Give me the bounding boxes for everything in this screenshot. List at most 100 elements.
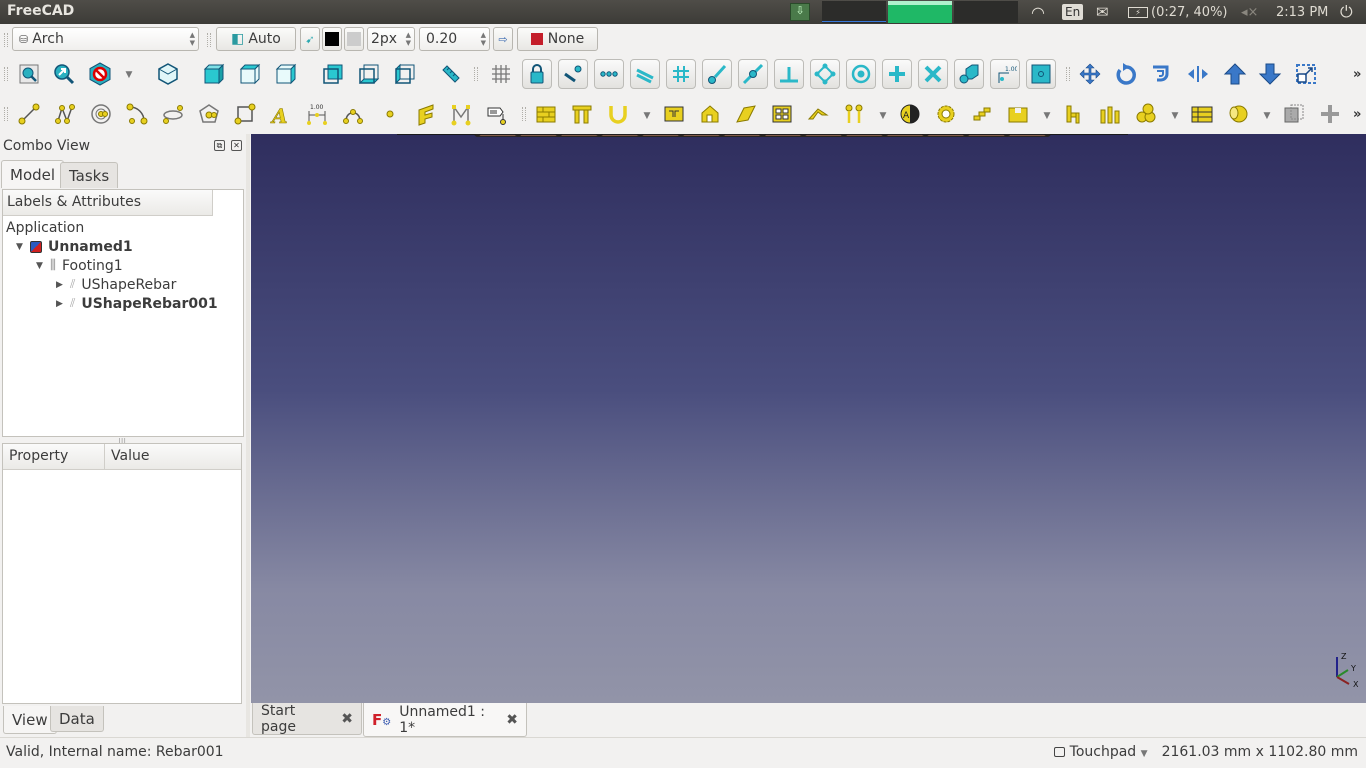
snap-special-icon[interactable] — [810, 59, 840, 89]
close-tab-icon[interactable]: ✖ — [341, 711, 353, 727]
tree-item[interactable]: ▶ ⫽ UShapeRebar001 — [56, 294, 218, 313]
toolbar-grip[interactable] — [4, 67, 8, 81]
measure-distance-icon[interactable] — [436, 59, 466, 89]
font-size-input[interactable]: 0.20 ▲ ▼ — [419, 27, 490, 51]
building-icon[interactable] — [695, 99, 725, 129]
toolbar-grip[interactable] — [522, 107, 526, 121]
toolbar-grip[interactable] — [4, 107, 8, 121]
language-indicator[interactable]: En — [1062, 0, 1084, 24]
dropdown-arrow-icon[interactable]: ▼ — [124, 70, 134, 80]
dropdown-arrow-icon[interactable]: ▼ — [1170, 111, 1180, 121]
floor-icon[interactable] — [659, 99, 689, 129]
panel-icon[interactable] — [1003, 99, 1033, 129]
wall-icon[interactable] — [531, 99, 561, 129]
toolbar-overflow-button[interactable]: » — [1353, 107, 1361, 122]
snap-endpoint-icon[interactable] — [558, 59, 588, 89]
snap-grid-icon[interactable] — [486, 59, 516, 89]
scale-icon[interactable] — [1291, 59, 1321, 89]
isometric-view-icon[interactable] — [153, 59, 183, 89]
right-view-icon[interactable] — [271, 59, 301, 89]
axis-icon[interactable] — [839, 99, 869, 129]
dropdown-arrow-icon[interactable]: ▼ — [1262, 111, 1272, 121]
expand-arrow-icon[interactable]: ▼ — [16, 242, 30, 252]
dropdown-arrow-icon[interactable]: ▼ — [1042, 111, 1052, 121]
move-icon[interactable] — [1075, 59, 1105, 89]
roof-icon[interactable] — [803, 99, 833, 129]
add-to-group-button[interactable]: None — [517, 27, 598, 51]
frame-icon[interactable] — [1095, 99, 1125, 129]
download-indicator-icon[interactable]: ⇩ — [790, 0, 810, 24]
stairs-icon[interactable] — [967, 99, 997, 129]
window-icon[interactable] — [767, 99, 797, 129]
line-width-input[interactable]: 2px ▲ ▼ — [367, 27, 415, 51]
add-icon[interactable] — [1315, 99, 1345, 129]
tab-view[interactable]: View — [3, 706, 57, 734]
tree-item[interactable]: ▼ ⫼ Footing1 — [36, 256, 123, 275]
wire-icon[interactable] — [50, 99, 80, 129]
wifi-icon[interactable]: ◠ — [1031, 0, 1045, 24]
rotate-icon[interactable] — [1111, 59, 1141, 89]
snap-angle-icon[interactable] — [918, 59, 948, 89]
snap-near-icon[interactable] — [738, 59, 768, 89]
dimension-icon[interactable]: 1.00 — [302, 99, 332, 129]
tab-model[interactable]: Model — [1, 160, 65, 188]
tab-start-page[interactable]: Start page ✖ — [252, 703, 362, 735]
close-tab-icon[interactable]: ✖ — [506, 712, 518, 728]
toolbar-overflow-button[interactable]: » — [1353, 67, 1361, 82]
snap-ortho-icon[interactable] — [882, 59, 912, 89]
toolbar-grip[interactable] — [4, 33, 8, 47]
pipe-icon[interactable] — [1223, 99, 1253, 129]
tree-column-header[interactable]: Labels & Attributes — [3, 190, 213, 216]
cut-icon[interactable] — [1279, 99, 1309, 129]
collapse-arrow-icon[interactable]: ▶ — [56, 280, 70, 290]
workbench-selector[interactable]: ⛁ Arch ▲ ▼ — [12, 27, 199, 51]
face-color-button[interactable] — [344, 27, 364, 51]
model-tree[interactable]: Labels & Attributes Application ▼ Unnamed1… — [2, 189, 244, 437]
clock[interactable]: 2:13 PM — [1276, 0, 1328, 24]
circle-icon[interactable] — [86, 99, 116, 129]
battery-indicator[interactable]: ⚡ (0:27, 40%) — [1128, 0, 1228, 24]
rear-view-icon[interactable] — [318, 59, 348, 89]
snap-toggle-icon[interactable] — [1026, 59, 1056, 89]
tab-data[interactable]: Data — [50, 706, 104, 732]
value-column-header[interactable]: Value — [105, 444, 155, 469]
collapse-arrow-icon[interactable]: ▶ — [56, 299, 70, 309]
toolbar-grip[interactable] — [207, 33, 211, 47]
tab-unnamed1[interactable]: F⚙ Unnamed1 : 1* ✖ — [363, 703, 527, 737]
close-panel-icon[interactable]: ✕ — [231, 140, 242, 151]
snap-dimensions-icon[interactable]: 1.00 — [990, 59, 1020, 89]
snap-perpendicular-icon[interactable] — [774, 59, 804, 89]
rectangle-icon[interactable] — [230, 99, 260, 129]
toolbar-grip[interactable] — [474, 67, 478, 81]
tab-tasks[interactable]: Tasks — [60, 162, 119, 188]
left-view-icon[interactable] — [390, 59, 420, 89]
snap-extension-icon[interactable] — [702, 59, 732, 89]
site-icon[interactable] — [731, 99, 761, 129]
downgrade-icon[interactable] — [1255, 59, 1285, 89]
dropdown-arrow-icon[interactable]: ▼ — [642, 111, 652, 121]
equipment-icon[interactable] — [1059, 99, 1089, 129]
text-icon[interactable]: A — [266, 99, 296, 129]
tree-item[interactable]: ▼ Unnamed1 — [16, 237, 133, 256]
snap-center-icon[interactable] — [846, 59, 876, 89]
power-icon[interactable]: ⏻ — [1340, 0, 1353, 24]
ellipse-icon[interactable] — [158, 99, 188, 129]
top-view-icon[interactable] — [235, 59, 265, 89]
offset-icon[interactable] — [1146, 59, 1176, 89]
fit-selection-icon[interactable] — [49, 59, 79, 89]
section-plane-icon[interactable]: A — [895, 99, 925, 129]
fit-all-icon[interactable] — [14, 59, 44, 89]
expand-arrow-icon[interactable]: ▼ — [36, 261, 50, 271]
snap-midpoint-icon[interactable] — [594, 59, 624, 89]
tree-item[interactable]: ▶ ⫽ UShapeRebar — [56, 275, 176, 294]
draw-style-icon[interactable] — [85, 59, 115, 89]
navigation-style-selector[interactable]: Touchpad ▼ — [1053, 744, 1148, 760]
float-panel-icon[interactable]: ⧉ — [214, 140, 225, 151]
footing-rebar-model[interactable] — [251, 131, 1366, 703]
bottom-view-icon[interactable] — [354, 59, 384, 89]
space-icon[interactable] — [931, 99, 961, 129]
3d-viewport[interactable]: Z Y X — [251, 131, 1366, 703]
dropdown-arrow-icon[interactable]: ▼ — [878, 111, 888, 121]
property-column-header[interactable]: Property — [3, 444, 105, 469]
schedule-icon[interactable] — [1187, 99, 1217, 129]
